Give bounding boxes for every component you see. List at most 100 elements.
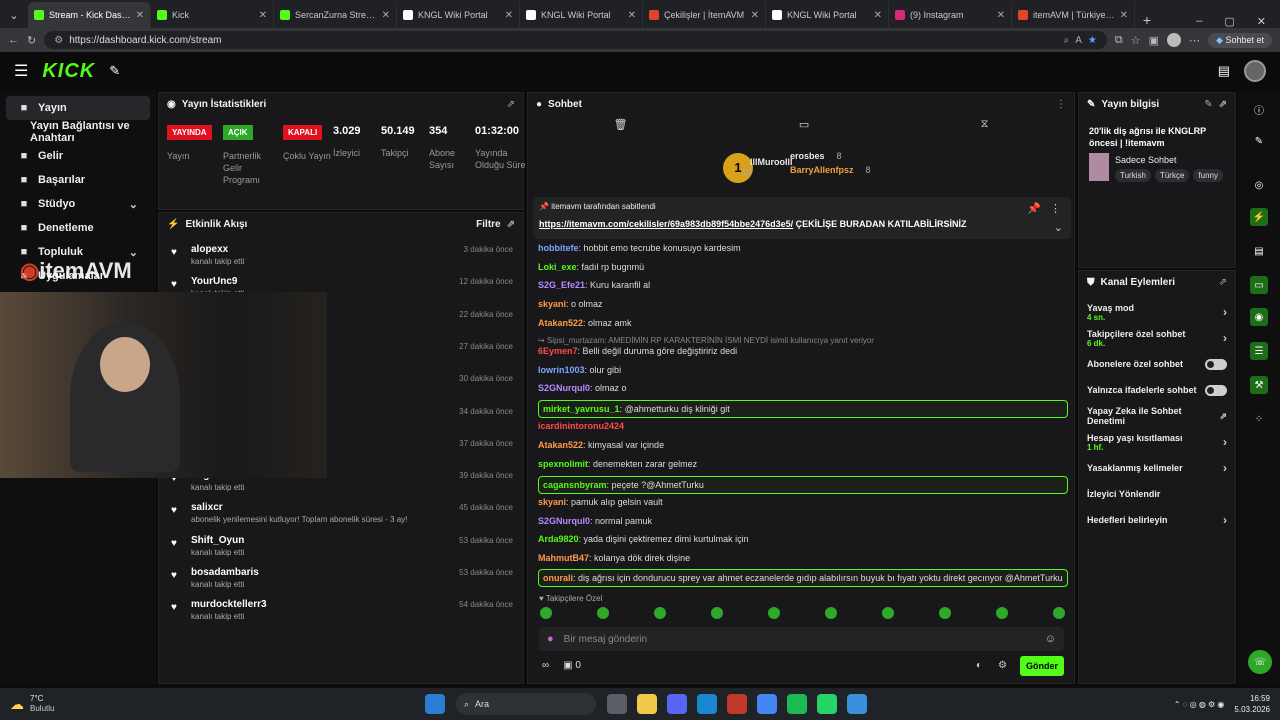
- emote-icon[interactable]: [939, 607, 951, 619]
- chat-username[interactable]: S2GNurqul0: [538, 516, 590, 526]
- file-explorer-icon[interactable]: [637, 694, 657, 714]
- filter-button[interactable]: Filtre: [476, 219, 500, 230]
- emote-icon[interactable]: [996, 607, 1008, 619]
- browser-tab[interactable]: KNGL Wiki Portal ✕: [766, 2, 889, 28]
- favorites-icon[interactable]: ☆: [1131, 34, 1141, 47]
- back-icon[interactable]: ←: [8, 34, 19, 46]
- zoom-icon[interactable]: ⌕: [1064, 35, 1070, 46]
- hourglass-icon[interactable]: ⧖: [981, 118, 989, 131]
- actions-popout-icon[interactable]: ⇗: [1219, 277, 1227, 288]
- chevron-right-icon[interactable]: ›: [1223, 305, 1227, 319]
- emote-icon[interactable]: [540, 607, 552, 619]
- more-icon[interactable]: ⋯: [1189, 34, 1200, 47]
- browser-tab[interactable]: KNGL Wiki Portal ✕: [520, 2, 643, 28]
- chat-username[interactable]: mirket_yavrusu_1: [543, 404, 620, 414]
- app-icon[interactable]: [727, 694, 747, 714]
- broadcast-icon[interactable]: ◉: [1250, 308, 1268, 326]
- browser-tab[interactable]: KNGL Wiki Portal ✕: [397, 2, 520, 28]
- chat-username[interactable]: 6Eymen7: [538, 346, 578, 356]
- tag-chip[interactable]: funny: [1193, 169, 1223, 182]
- toggle-switch[interactable]: [1205, 384, 1227, 396]
- whatsapp-icon[interactable]: [817, 694, 837, 714]
- chevron-right-icon[interactable]: ›: [1223, 513, 1227, 527]
- tab-close-icon[interactable]: ✕: [997, 10, 1005, 21]
- emote-icon[interactable]: [654, 607, 666, 619]
- chat-username[interactable]: skyani: [538, 497, 566, 507]
- mic-icon[interactable]: ●: [547, 633, 554, 645]
- support-icon[interactable]: ☏: [1248, 650, 1272, 674]
- apps-icon[interactable]: ⁘: [1250, 410, 1268, 428]
- chat-username[interactable]: Atakan522: [538, 440, 583, 450]
- chevron-right-icon[interactable]: ›: [1223, 461, 1227, 475]
- chat-username[interactable]: onurali: [543, 573, 573, 583]
- url-field[interactable]: ⚙ https://dashboard.kick.com/stream ⌕ A …: [44, 31, 1107, 49]
- browser-tab[interactable]: Stream - Kick Dashboard ✕: [28, 2, 151, 28]
- copilot-button[interactable]: ◆ Sohbet et: [1208, 32, 1272, 48]
- sidebar-item[interactable]: Yayın Bağlantısı ve Anahtarı: [6, 120, 150, 144]
- read-aloud-icon[interactable]: A: [1075, 35, 1082, 46]
- channel-action-row[interactable]: Takipçilere özel sohbet 6 dk. ›: [1079, 325, 1235, 351]
- feed-username[interactable]: Shift_Oyun: [191, 535, 244, 546]
- lightning-icon[interactable]: ⚡: [1250, 208, 1268, 226]
- emoji-icon[interactable]: ☺: [1045, 633, 1056, 645]
- channel-action-row[interactable]: Yalnızca ifadelerle sohbet: [1079, 377, 1235, 403]
- chat-username[interactable]: spexnolimit: [538, 459, 588, 469]
- minimize-icon[interactable]: –: [1196, 15, 1202, 28]
- spotify-icon[interactable]: [787, 694, 807, 714]
- tag-chip[interactable]: Türkçe: [1154, 169, 1190, 182]
- info-popout-icon[interactable]: ⇗: [1219, 99, 1227, 110]
- emote-icon[interactable]: [768, 607, 780, 619]
- studio-icon[interactable]: ▤: [1218, 63, 1230, 79]
- category-name[interactable]: Sadece Sohbet: [1115, 155, 1177, 165]
- list-icon[interactable]: ☰: [1250, 342, 1268, 360]
- browser-tab[interactable]: Çekilişler | İtemAVM ✕: [643, 2, 766, 28]
- emote-icon[interactable]: [597, 607, 609, 619]
- leaderboard-name[interactable]: IllMurooIll: [750, 157, 793, 167]
- pin-tool-icon[interactable]: ✎: [109, 63, 120, 79]
- chat-menu-icon[interactable]: ⋮: [1056, 99, 1066, 110]
- favorite-star-icon[interactable]: ★: [1088, 35, 1097, 46]
- kick-logo[interactable]: KICK: [42, 60, 95, 83]
- sidebar-item[interactable]: ■ Stüdyo ⌄: [6, 192, 150, 216]
- tab-close-icon[interactable]: ✕: [628, 10, 636, 21]
- channel-action-row[interactable]: Yasaklanmış kelimeler ›: [1079, 455, 1235, 481]
- task-view-icon[interactable]: [607, 694, 627, 714]
- notes-icon[interactable]: [847, 694, 867, 714]
- browser-tab[interactable]: SercanZurna Stream - W ✕: [274, 2, 397, 28]
- site-info-icon[interactable]: ⚙: [54, 35, 63, 46]
- trash-icon[interactable]: 🗑: [614, 118, 628, 131]
- channel-action-row[interactable]: Yapay Zeka ile Sohbet Denetimi ⇗: [1079, 403, 1235, 429]
- tab-close-icon[interactable]: ✕: [751, 10, 759, 21]
- chevron-right-icon[interactable]: ›: [1223, 331, 1227, 345]
- chat-username[interactable]: S2G_Efe21: [538, 280, 585, 290]
- feed-username[interactable]: murdocktellerr3: [191, 599, 267, 610]
- emote-icon[interactable]: [882, 607, 894, 619]
- emote-icon[interactable]: [825, 607, 837, 619]
- channel-action-row[interactable]: Yavaş mod 4 sn. ›: [1079, 299, 1235, 325]
- settings-gear-icon[interactable]: ⚙: [998, 660, 1007, 671]
- new-tab-button[interactable]: +: [1135, 12, 1159, 28]
- reload-icon[interactable]: ↻: [27, 34, 36, 47]
- weather-widget[interactable]: ☁ 7°C Bulutlu: [0, 694, 200, 714]
- start-icon[interactable]: [425, 694, 445, 714]
- feed-popout-icon[interactable]: ⇗: [507, 219, 515, 230]
- extensions-icon[interactable]: ⧉: [1115, 34, 1123, 47]
- edge-icon[interactable]: [697, 694, 717, 714]
- emote-icon[interactable]: [711, 607, 723, 619]
- chat-bubble-icon[interactable]: ▭: [799, 118, 809, 131]
- discord-icon[interactable]: [667, 694, 687, 714]
- wrench-icon[interactable]: ⚒: [1250, 376, 1268, 394]
- chat-username[interactable]: lowrin1003: [538, 365, 585, 375]
- browser-tab[interactable]: (9) Instagram ✕: [889, 2, 1012, 28]
- chevron-down-icon[interactable]: ⌄: [129, 246, 138, 259]
- tray-icons[interactable]: ⌃ ◌ ◎ ◍ ⚙ ◉: [1174, 700, 1225, 709]
- clipboard-icon[interactable]: ▤: [1250, 242, 1268, 260]
- toggle-switch[interactable]: [1205, 358, 1227, 370]
- tab-close-icon[interactable]: ✕: [382, 10, 390, 21]
- camera-icon[interactable]: ◎: [1250, 176, 1268, 194]
- leaderboard-name[interactable]: BarryAllenfpsz: [790, 165, 854, 175]
- infinity-icon[interactable]: ∞: [542, 660, 549, 671]
- chat-username[interactable]: hobbitefe: [538, 243, 579, 253]
- channel-action-row[interactable]: İzleyici Yönlendir: [1079, 481, 1235, 507]
- leaderboard-name[interactable]: erosbes: [790, 151, 825, 161]
